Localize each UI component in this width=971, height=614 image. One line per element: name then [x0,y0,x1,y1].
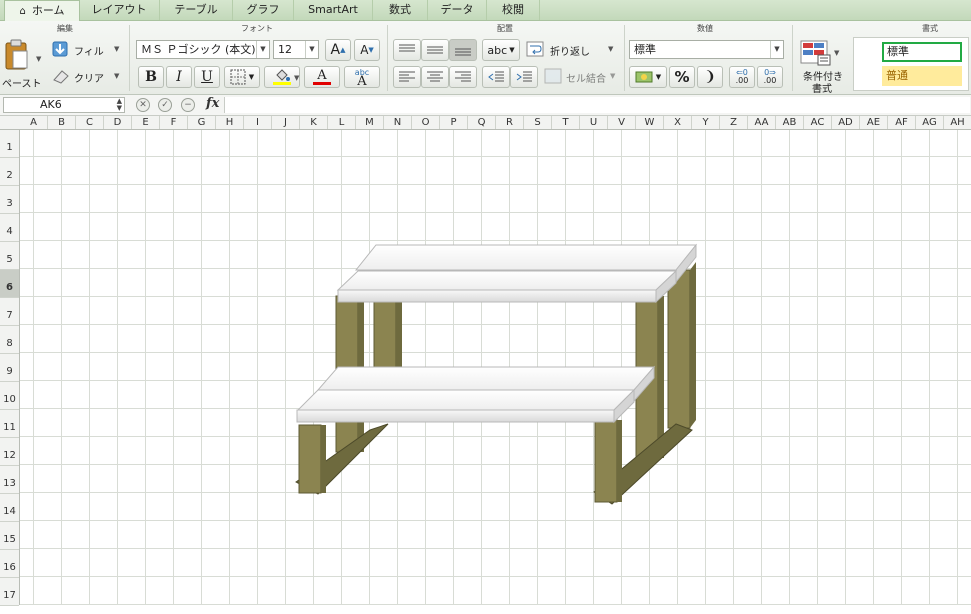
upper-back-leg-right [373,295,402,373]
step-stool-drawing[interactable] [0,0,971,605]
upper-step-board-front [336,269,678,304]
front-right-leg [594,419,622,503]
front-left-leg [298,424,326,494]
lower-step-board-front [296,388,636,424]
